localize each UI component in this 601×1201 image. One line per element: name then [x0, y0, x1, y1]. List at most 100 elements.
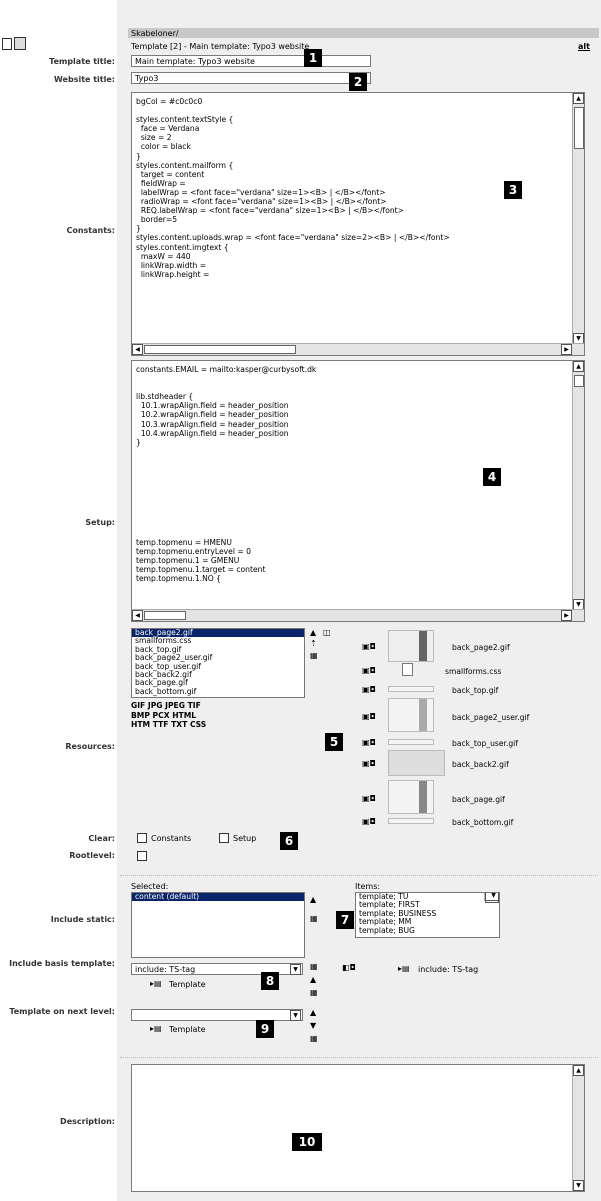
- clear-icon[interactable]: ◫: [323, 629, 331, 637]
- scroll-up-icon[interactable]: ▲: [573, 93, 584, 104]
- delete-icon[interactable]: ▦: [310, 989, 318, 997]
- move-up-icon[interactable]: ▲: [310, 629, 316, 637]
- marker-4: 4: [483, 468, 501, 486]
- setup-textarea[interactable]: constants.EMAIL = mailto:kasper@curbysof…: [131, 360, 585, 622]
- move-up-icon[interactable]: ▲: [310, 896, 316, 904]
- copy-icon[interactable]: ◧◘: [342, 964, 356, 972]
- resources-list[interactable]: back_page2.gif smallforms.css back_top.g…: [131, 628, 305, 698]
- preview-back-bottom: [388, 818, 434, 824]
- allowed-types: GIF JPG JPEG TIF BMP PCX HTML HTM TTF TX…: [131, 701, 207, 729]
- list-item[interactable]: content (default): [132, 893, 304, 902]
- marker-7: 7: [336, 911, 354, 929]
- rootlevel-checkbox[interactable]: [137, 851, 147, 861]
- preview-back-page2: [388, 630, 434, 662]
- move-up-icon[interactable]: ▲: [310, 1009, 316, 1017]
- delete-icon[interactable]: ▦: [310, 915, 318, 923]
- items-vscroll[interactable]: ▲ ▼: [484, 893, 499, 904]
- scroll-down-icon[interactable]: ▼: [573, 1180, 584, 1191]
- scroll-left-icon[interactable]: ◀: [132, 344, 143, 355]
- setup-hscroll[interactable]: ◀ ▶: [132, 609, 584, 621]
- constants-textarea[interactable]: bgCol = #c0c0c0 styles.content.textStyle…: [131, 92, 585, 356]
- list-item[interactable]: back_bottom.gif: [132, 687, 304, 696]
- hscroll-thumb[interactable]: [144, 611, 186, 620]
- template-next-template-link[interactable]: Template: [169, 1025, 206, 1034]
- marker-6: 6: [280, 832, 298, 850]
- section-divider: [120, 1057, 598, 1058]
- scroll-up-icon[interactable]: ▲: [573, 361, 584, 372]
- scroll-up-icon[interactable]: ▲: [573, 1065, 584, 1076]
- constants-vscroll[interactable]: ▲ ▼: [572, 93, 584, 344]
- resource-file-name: back_page.gif: [452, 795, 505, 804]
- clear-constants-label: Constants: [151, 834, 192, 843]
- edit-document-icon[interactable]: [14, 37, 26, 50]
- website-title-field[interactable]: Typo3: [131, 72, 371, 84]
- website-title-label: Website title:: [54, 75, 115, 84]
- hscroll-thumb[interactable]: [144, 345, 296, 354]
- constants-hscroll[interactable]: ◀ ▶: [132, 343, 584, 355]
- move-up-icon[interactable]: ⇡: [310, 640, 317, 648]
- delete-icon[interactable]: ▦: [310, 652, 318, 660]
- selected-static-list[interactable]: content (default): [131, 892, 305, 958]
- file-action-icons[interactable]: ▣◘: [362, 686, 376, 694]
- description-vscroll[interactable]: ▲ ▼: [572, 1065, 584, 1191]
- file-action-icons[interactable]: ▣◘: [362, 739, 376, 747]
- marker-10: 10: [292, 1133, 322, 1151]
- template-page-icon[interactable]: ▸▤: [150, 1025, 162, 1033]
- list-item[interactable]: template; BUG: [356, 926, 499, 935]
- setup-text: constants.EMAIL = mailto:kasper@curbysof…: [136, 365, 317, 584]
- header-bar: [128, 28, 599, 38]
- template-title-label: Template title:: [49, 57, 115, 66]
- scroll-right-icon[interactable]: ▶: [561, 610, 572, 621]
- chevron-down-icon[interactable]: ▼: [290, 1010, 301, 1021]
- rootlevel-label: Rootlevel:: [69, 851, 115, 860]
- marker-1: 1: [304, 49, 322, 67]
- clear-label: Clear:: [88, 834, 115, 843]
- items-label: Items:: [355, 882, 381, 891]
- chevron-down-icon[interactable]: ▼: [290, 964, 301, 975]
- preview-back-back2: [388, 750, 445, 776]
- file-action-icons[interactable]: ▣◘: [362, 795, 376, 803]
- delete-icon[interactable]: ▦: [310, 963, 318, 971]
- static-items-list[interactable]: template; TU template; FIRST template; B…: [355, 892, 500, 938]
- description-label: Description:: [60, 1117, 115, 1126]
- scroll-thumb[interactable]: [574, 107, 584, 149]
- delete-icon[interactable]: ▦: [310, 1035, 318, 1043]
- resource-file-name: smallforms.css: [445, 667, 502, 676]
- preview-back-page2-user: [388, 698, 434, 732]
- constants-label: Constants:: [66, 226, 115, 235]
- description-textarea[interactable]: ▲ ▼: [131, 1064, 585, 1192]
- include-basis-label: Include basis template:: [9, 959, 115, 968]
- marker-8: 8: [261, 972, 279, 990]
- marker-2: 2: [349, 73, 367, 91]
- preview-back-top-user: [388, 739, 434, 745]
- setup-label: Setup:: [85, 518, 115, 527]
- include-basis-template-link[interactable]: Template: [169, 980, 206, 989]
- clear-setup-checkbox[interactable]: [219, 833, 229, 843]
- move-down-icon[interactable]: ▼: [310, 1022, 316, 1030]
- clear-constants-checkbox[interactable]: [137, 833, 147, 843]
- resource-file-name: back_page2_user.gif: [452, 713, 530, 722]
- file-action-icons[interactable]: ▣◘: [362, 818, 376, 826]
- move-up-icon[interactable]: ▲: [310, 976, 316, 984]
- preview-back-top: [388, 686, 434, 692]
- setup-vscroll[interactable]: ▲ ▼: [572, 361, 584, 610]
- template-title-field[interactable]: Main template: Typo3 website: [131, 55, 371, 67]
- scroll-down-icon[interactable]: ▼: [485, 893, 499, 902]
- resource-file-name: back_back2.gif: [452, 760, 509, 769]
- file-action-icons[interactable]: ▣◘: [362, 667, 376, 675]
- file-action-icons[interactable]: ▣◘: [362, 760, 376, 768]
- file-action-icons[interactable]: ▣◘: [362, 713, 376, 721]
- scroll-thumb[interactable]: [574, 375, 584, 387]
- section-divider: [120, 875, 598, 876]
- file-action-icons[interactable]: ▣◘: [362, 643, 376, 651]
- scroll-left-icon[interactable]: ◀: [132, 610, 143, 621]
- template-next-select[interactable]: [131, 1009, 303, 1021]
- scroll-right-icon[interactable]: ▶: [561, 344, 572, 355]
- clear-setup-label: Setup: [233, 834, 257, 843]
- template-page-icon[interactable]: ▸▤: [150, 980, 162, 988]
- template-page-icon[interactable]: ▸▤: [398, 965, 410, 973]
- alt-link[interactable]: alt: [578, 42, 590, 51]
- marker-5: 5: [325, 733, 343, 751]
- resource-file-name: back_top.gif: [452, 686, 499, 695]
- new-document-icon[interactable]: [2, 38, 12, 50]
